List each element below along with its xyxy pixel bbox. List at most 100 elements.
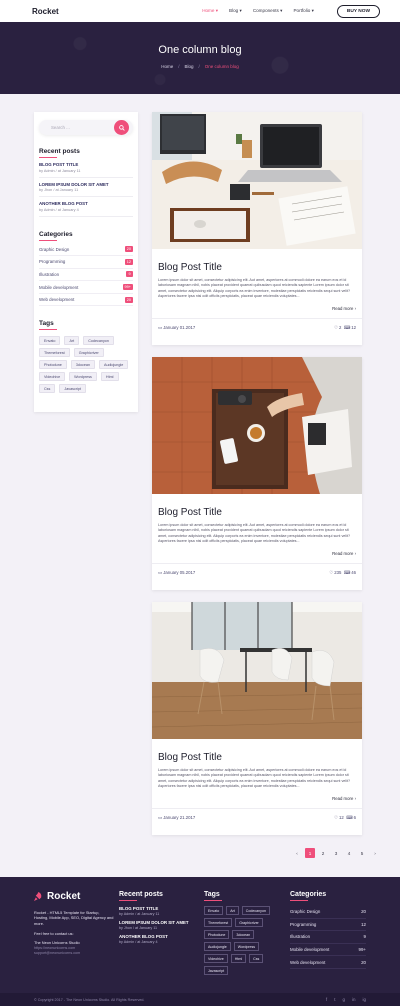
heart-icon[interactable]: ♡ [334, 325, 338, 330]
footer-tag[interactable]: Photodune [204, 930, 230, 939]
menu-item-components[interactable]: Components ▾ [253, 8, 283, 14]
menu-item-portfolio[interactable]: Portfolio ▾ [293, 8, 313, 14]
recent-post[interactable]: BLOG POST TITLE by Admin / at January 11 [39, 158, 133, 178]
footer-category-item[interactable]: Programming 12 [290, 919, 366, 932]
footer-tag[interactable]: Audiojungle [204, 942, 231, 951]
category-label[interactable]: Graphic Design [39, 247, 69, 252]
footer-tag[interactable]: Codecanyon [241, 906, 270, 915]
footer-tag[interactable]: Videohive [204, 954, 228, 963]
tag[interactable]: Envato [39, 336, 61, 346]
footer-category-label[interactable]: Graphic Design [290, 909, 320, 914]
recent-post[interactable]: ANOTHER BLOG POST by Admin / at January 4 [39, 197, 133, 217]
footer-post[interactable]: LOREM IPSUM DOLOR SIT AMET by Jhon / at J… [119, 920, 197, 930]
tag[interactable]: Videohive [39, 372, 66, 382]
tag[interactable]: Javascript [59, 384, 86, 394]
tag[interactable]: Photodune [39, 360, 67, 370]
read-more-label[interactable]: Read more [332, 306, 353, 311]
menu-item-home[interactable]: Home ▾ [202, 8, 218, 14]
search-button[interactable] [114, 120, 129, 135]
footer-tag[interactable]: Wordpress [233, 942, 260, 951]
pagination-prev[interactable]: ‹ [292, 848, 302, 858]
recent-post-title[interactable]: ANOTHER BLOG POST [39, 201, 133, 206]
buy-now-button[interactable]: BUY NOW [336, 4, 380, 18]
footer-post-title[interactable]: BLOG POST TITLE [119, 906, 197, 911]
footer-category-label[interactable]: Mobile development [290, 947, 329, 952]
tag[interactable]: Wordpress [69, 372, 97, 382]
footer-category-item[interactable]: Web development 20 [290, 956, 366, 969]
footer-post-title[interactable]: LOREM IPSUM DOLOR SIT AMET [119, 920, 197, 925]
read-more-label[interactable]: Read more [332, 551, 353, 556]
footer-post[interactable]: ANOTHER BLOG POST by Admin / at January 4 [119, 934, 197, 944]
post-title[interactable]: Blog Post Title [158, 507, 356, 518]
tag[interactable]: Art [64, 336, 80, 346]
menu-item-blog[interactable]: Blog ▾ [229, 8, 242, 14]
footer-tag[interactable]: Envato [204, 906, 224, 915]
tag[interactable]: 3docean [70, 360, 95, 370]
category-item[interactable]: Illustration 9 [39, 269, 133, 282]
page-link-2[interactable]: 2 [318, 848, 328, 858]
category-label[interactable]: Programming [39, 259, 65, 264]
footer-tag[interactable]: Themeforest [204, 918, 233, 927]
read-more-label[interactable]: Read more [332, 796, 353, 801]
tag[interactable]: Audiojungle [99, 360, 129, 370]
tag[interactable]: Html [100, 372, 119, 382]
page-link-1[interactable]: 1 [305, 848, 315, 858]
site-logo[interactable]: Rocket [32, 7, 59, 16]
category-label[interactable]: Mobile development [39, 285, 78, 290]
footer-category-item[interactable]: Mobile development 99+ [290, 944, 366, 957]
instagram-icon[interactable]: ig [362, 997, 366, 1002]
recent-post[interactable]: LOREM IPSUM DOLOR SIT AMET by Jhon / at J… [39, 178, 133, 197]
footer-category-label[interactable]: Illustration [290, 934, 310, 939]
read-more-link[interactable]: Read more › [152, 790, 362, 801]
heart-icon[interactable]: ♡ [329, 570, 333, 575]
breadcrumb-blog[interactable]: Blog [184, 64, 193, 69]
comments-icon[interactable]: ⌨ [344, 325, 350, 330]
category-item[interactable]: Web development 20 [39, 294, 133, 307]
post-title[interactable]: Blog Post Title [158, 752, 356, 763]
footer-category-label[interactable]: Programming [290, 922, 316, 927]
footer-tag[interactable]: 3docean [232, 930, 255, 939]
pagination-next[interactable]: › [370, 848, 380, 858]
footer-tag[interactable]: Graphicriver [235, 918, 263, 927]
facebook-icon[interactable]: f [326, 997, 327, 1002]
footer-category-item[interactable]: Graphic Design 20 [290, 906, 366, 919]
footer-tag[interactable]: Html [230, 954, 247, 963]
footer-email-link[interactable]: support@neonunicorns.com [34, 951, 114, 955]
footer-category-item[interactable]: Illustration 9 [290, 931, 366, 944]
post-image-desk-laptop[interactable] [152, 112, 362, 249]
google-plus-icon[interactable]: g [342, 997, 345, 1002]
footer-tag[interactable]: Javascript [204, 966, 229, 975]
footer-tag[interactable]: Art [226, 906, 239, 915]
heart-icon[interactable]: ♡ [334, 815, 338, 820]
footer-tag[interactable]: Css [249, 954, 264, 963]
post-image-coffee-table[interactable] [152, 357, 362, 494]
tag[interactable]: Css [39, 384, 56, 394]
page-link-5[interactable]: 5 [357, 848, 367, 858]
category-item[interactable]: Programming 12 [39, 256, 133, 269]
footer-category-label[interactable]: Web development [290, 960, 325, 965]
recent-post-title[interactable]: LOREM IPSUM DOLOR SIT AMET [39, 182, 133, 187]
comments-icon[interactable]: ⌨ [346, 815, 352, 820]
category-label[interactable]: Illustration [39, 272, 59, 277]
category-item[interactable]: Graphic Design 20 [39, 244, 133, 257]
comments-icon[interactable]: ⌨ [344, 570, 350, 575]
footer-post-title[interactable]: ANOTHER BLOG POST [119, 934, 197, 939]
post-title[interactable]: Blog Post Title [158, 262, 356, 273]
footer-website-link[interactable]: https://neonunicorns.com [34, 946, 114, 950]
page-link-4[interactable]: 4 [344, 848, 354, 858]
footer-logo[interactable]: Rocket [34, 891, 114, 902]
category-item[interactable]: Mobile development 99+ [39, 281, 133, 294]
tag[interactable]: Graphicriver [73, 348, 104, 358]
linkedin-icon[interactable]: in [352, 997, 356, 1002]
twitter-icon[interactable]: t [334, 997, 335, 1002]
category-label[interactable]: Web development [39, 297, 74, 302]
page-link-3[interactable]: 3 [331, 848, 341, 858]
breadcrumb-home[interactable]: Home [161, 64, 173, 69]
tag[interactable]: Themeforest [39, 348, 70, 358]
post-image-dining-room[interactable] [152, 602, 362, 739]
tag[interactable]: Codecanyon [83, 336, 114, 346]
read-more-link[interactable]: Read more › [152, 545, 362, 556]
footer-post[interactable]: BLOG POST TITLE by Admin / at January 11 [119, 906, 197, 916]
recent-post-title[interactable]: BLOG POST TITLE [39, 162, 133, 167]
read-more-link[interactable]: Read more › [152, 300, 362, 311]
